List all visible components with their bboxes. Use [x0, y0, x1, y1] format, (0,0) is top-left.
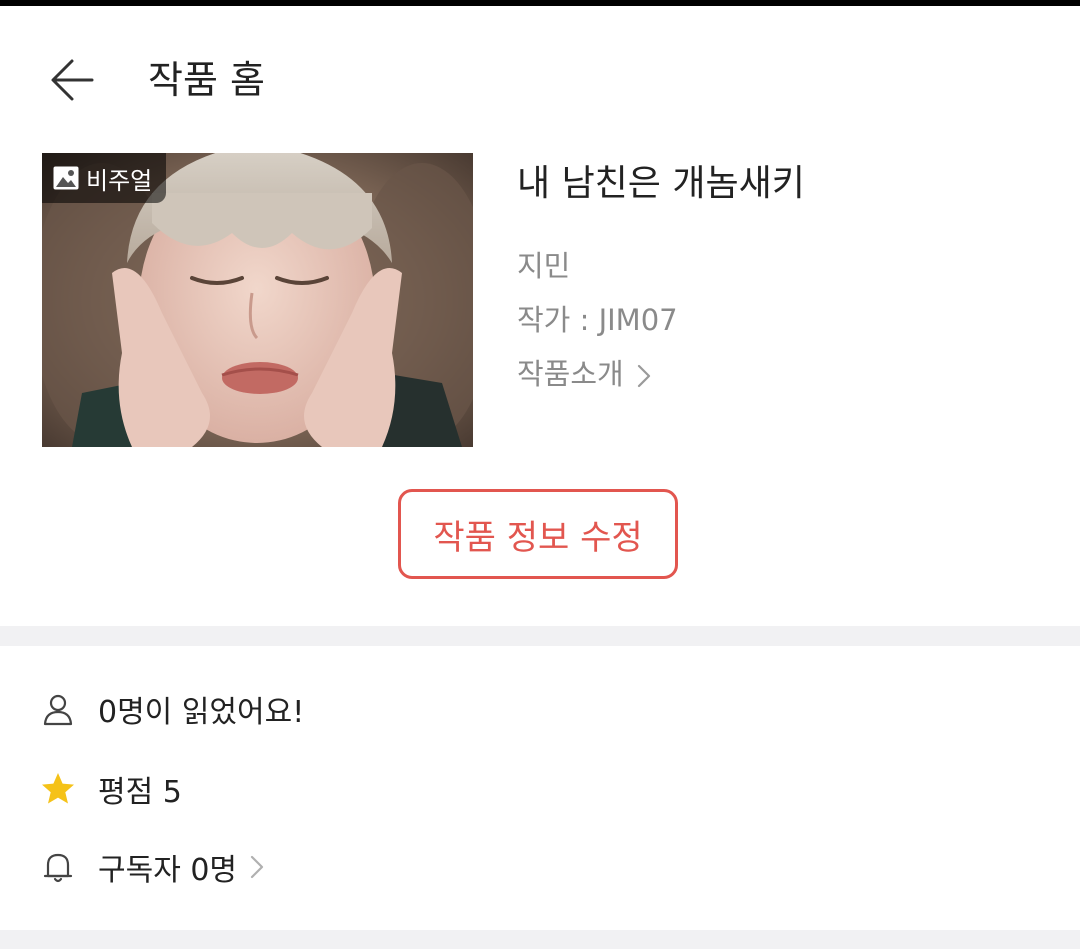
section-divider — [0, 930, 1080, 949]
chevron-right-icon — [636, 361, 652, 388]
intro-link-label: 작품소개 — [517, 357, 624, 391]
intro-link[interactable]: 작품소개 — [517, 356, 652, 392]
subscribers-count: 구독자 0명 — [98, 853, 238, 888]
cover-image[interactable]: 비주얼 — [42, 153, 473, 447]
back-button[interactable] — [40, 48, 104, 112]
work-title: 내 남친은 개놈새키 — [517, 163, 805, 204]
star-icon — [40, 771, 76, 807]
chevron-right-icon — [249, 854, 265, 880]
image-icon — [52, 165, 80, 191]
author-line: 작가 : JIM07 — [517, 303, 678, 337]
section-divider — [0, 626, 1080, 646]
subscribers-row[interactable]: 구독자 0명 — [40, 843, 265, 891]
arrow-left-icon — [40, 48, 104, 112]
readers-count: 0명이 읽었어요! — [98, 695, 305, 730]
page-title: 작품 홈 — [148, 58, 265, 102]
visual-badge: 비주얼 — [42, 153, 167, 203]
readers-row: 0명이 읽었어요! — [40, 685, 304, 733]
bell-icon — [40, 849, 76, 885]
app-header: 작품 홈 — [0, 6, 1080, 146]
visual-badge-label: 비주얼 — [86, 166, 153, 195]
rating-row: 평점 5 — [40, 765, 182, 813]
edit-work-info-button[interactable]: 작품 정보 수정 — [398, 489, 678, 579]
person-icon — [40, 691, 76, 727]
rating-value: 평점 5 — [98, 775, 182, 810]
character-name: 지민 — [517, 249, 571, 283]
